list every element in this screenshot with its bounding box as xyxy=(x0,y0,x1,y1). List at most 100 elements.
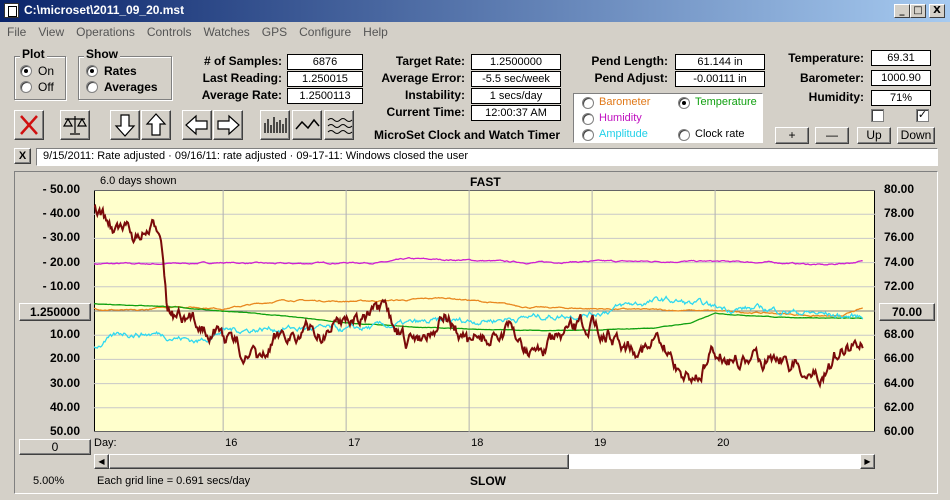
right-axis-tick: 64.00 xyxy=(884,375,915,390)
plot-off-radio[interactable] xyxy=(20,81,32,93)
show-rates-radio[interactable] xyxy=(86,65,98,77)
bar-view-button[interactable] xyxy=(260,110,290,140)
left-axis-tick: 50.00 xyxy=(49,424,80,438)
scale-percent: 5.00% xyxy=(33,475,65,487)
temperature-label: Temperature: xyxy=(788,51,864,65)
line-view-button[interactable] xyxy=(292,110,322,140)
center-rate-button[interactable]: 1.250000 xyxy=(19,303,91,321)
menu-view[interactable]: View xyxy=(31,22,69,39)
balance-scale-icon xyxy=(62,116,88,135)
right-arrow-button[interactable] xyxy=(213,110,243,140)
samples-label: # of Samples: xyxy=(203,54,282,68)
chart-plot-area[interactable] xyxy=(94,190,875,432)
left-axis-tick: 30.00 xyxy=(49,375,80,390)
menu-gps[interactable]: GPS xyxy=(255,22,292,39)
target-rate-label: Target Rate: xyxy=(395,54,465,68)
right-axis-tick: 78.00 xyxy=(884,206,915,221)
barometer-value: 1000.90 xyxy=(871,70,931,86)
left-axis-tick: 20.00 xyxy=(49,351,80,366)
scroll-track[interactable] xyxy=(569,454,860,469)
scale-plus-button[interactable]: + xyxy=(775,127,809,144)
last-reading-label: Last Reading: xyxy=(202,71,282,85)
right-axis-tick: 60.00 xyxy=(884,424,915,438)
series-temperature-radio[interactable] xyxy=(678,97,690,109)
left-axis-tick: - 50.00 xyxy=(42,182,80,196)
left-axis-tick: 10.00 xyxy=(49,327,80,342)
slow-label: SLOW xyxy=(470,474,506,488)
day-label: Day: xyxy=(94,437,117,449)
menu-controls[interactable]: Controls xyxy=(140,22,197,39)
series-barometer-radio[interactable] xyxy=(582,97,594,109)
menu-watches[interactable]: Watches xyxy=(197,22,255,39)
temperature-value: 69.31 xyxy=(871,50,931,66)
stop-button[interactable] xyxy=(14,110,44,140)
app-caption: MicroSet Clock and Watch Timer xyxy=(374,128,561,142)
average-error-label: Average Error: xyxy=(381,71,465,85)
notes-field[interactable]: 9/15/2011: Rate adjusted · 09/16/11: rat… xyxy=(36,148,938,166)
scroll-right-button[interactable]: ▶ xyxy=(860,454,875,469)
pend-adjust-value: -0.00111 in xyxy=(675,71,765,87)
notes-close-button[interactable]: X xyxy=(14,148,31,164)
scale-down-button[interactable]: Down xyxy=(897,127,935,144)
arrow-up-icon xyxy=(145,113,167,136)
grid-note: Each grid line = 0.691 secs/day xyxy=(97,475,251,487)
menu-file[interactable]: File xyxy=(0,22,31,39)
target-rate-value: 1.2500000 xyxy=(471,54,561,70)
scale-up-button[interactable]: Up xyxy=(857,127,891,144)
show-group-title: Show xyxy=(84,47,120,61)
show-rates-label: Rates xyxy=(104,64,137,78)
left-axis-tick: - 40.00 xyxy=(42,206,80,221)
fast-label: FAST xyxy=(470,175,501,189)
pend-adjust-label: Pend Adjust: xyxy=(594,71,668,85)
menu-operations[interactable]: Operations xyxy=(69,22,140,39)
up-arrow-button[interactable] xyxy=(141,110,171,140)
plot-off-label: Off xyxy=(38,80,54,94)
left-axis-tick: - 30.00 xyxy=(42,230,80,245)
menu-help[interactable]: Help xyxy=(356,22,393,39)
right-axis-tick: 62.00 xyxy=(884,399,915,414)
down-arrow-button[interactable] xyxy=(110,110,140,140)
scroll-left-button[interactable]: ◀ xyxy=(94,454,109,469)
balance-button[interactable] xyxy=(60,110,90,140)
day-tick-label: 18 xyxy=(471,437,484,449)
minimize-button[interactable]: _ xyxy=(894,4,910,18)
series-clock-rate-radio[interactable] xyxy=(678,129,690,141)
humidity-label: Humidity: xyxy=(808,90,864,104)
instability-value: 1 secs/day xyxy=(471,88,561,104)
center-temperature-button[interactable]: 70.00 xyxy=(879,303,935,321)
checkbox-2[interactable]: ✓ xyxy=(916,109,929,122)
zero-button[interactable]: 0 xyxy=(19,439,91,455)
checkbox-1[interactable] xyxy=(871,109,884,122)
series-clock-rate-label: Clock rate xyxy=(695,128,745,140)
menu-configure[interactable]: Configure xyxy=(292,22,356,39)
series-temperature-label: Temperature xyxy=(695,96,757,108)
plot-on-radio[interactable] xyxy=(20,65,32,77)
right-axis-tick: 74.00 xyxy=(884,254,915,269)
current-time-value: 12:00:37 AM xyxy=(471,105,561,121)
day-tick-label: 20 xyxy=(717,437,730,449)
app-icon xyxy=(4,3,19,18)
noise-view-button[interactable] xyxy=(324,110,354,140)
close-button[interactable]: X xyxy=(929,4,945,18)
show-averages-radio[interactable] xyxy=(86,81,98,93)
series-amplitude-radio[interactable] xyxy=(582,129,594,141)
right-axis-tick: 76.00 xyxy=(884,230,915,245)
left-axis-tick: - 20.00 xyxy=(42,254,80,269)
day-tick-label: 16 xyxy=(225,437,238,449)
series-barometer-label: Barometer xyxy=(599,96,651,108)
samples-value: 6876 xyxy=(287,54,363,70)
pend-length-label: Pend Length: xyxy=(591,54,668,68)
line-wave-icon xyxy=(295,118,320,130)
arrow-right-icon xyxy=(217,114,240,136)
series-humidity-radio[interactable] xyxy=(582,113,594,125)
days-shown-label: 6.0 days shown xyxy=(100,175,177,187)
right-axis-tick: 72.00 xyxy=(884,278,915,293)
humidity-value: 71% xyxy=(871,90,931,106)
right-axis-tick: 68.00 xyxy=(884,327,915,342)
day-tick-label: 19 xyxy=(594,437,607,449)
scroll-thumb[interactable] xyxy=(109,454,569,469)
scale-minus-button[interactable]: — xyxy=(815,127,849,144)
left-arrow-button[interactable] xyxy=(182,110,212,140)
maximize-button[interactable]: □ xyxy=(910,4,926,18)
average-rate-label: Average Rate: xyxy=(201,88,282,102)
